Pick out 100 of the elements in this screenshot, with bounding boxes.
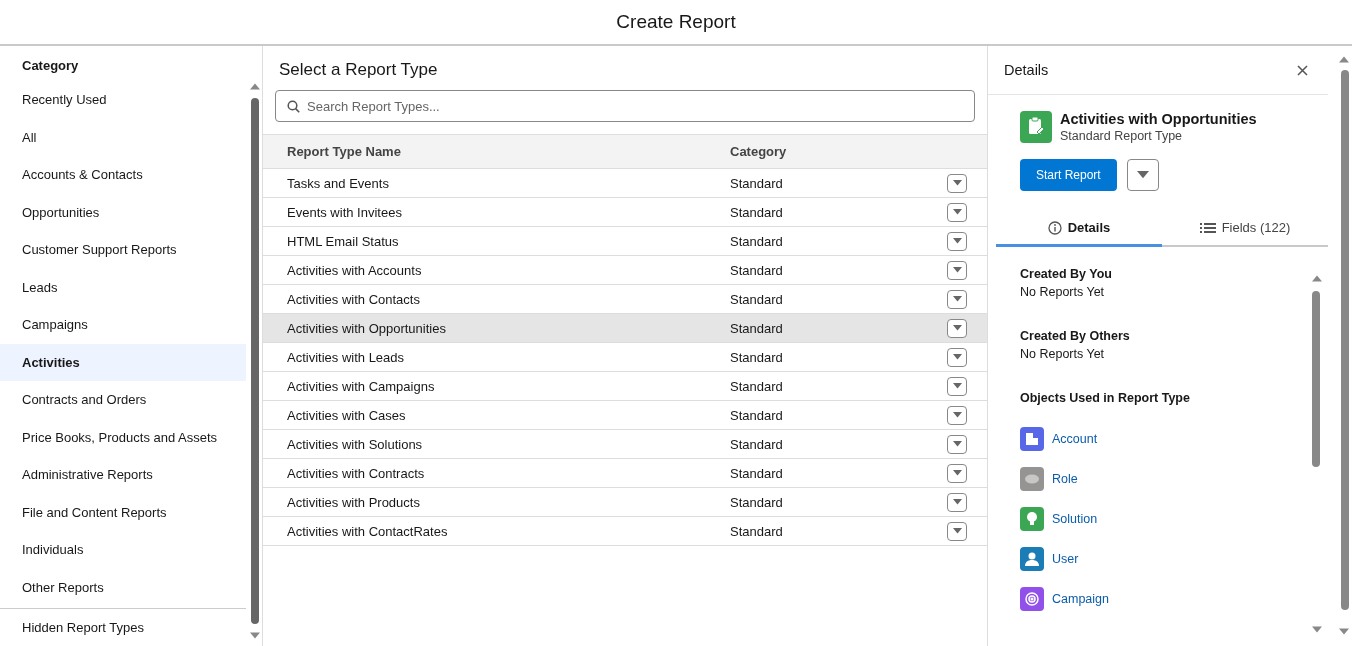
object-link[interactable]: Campaign xyxy=(1052,592,1109,606)
report-type-name: Activities with Accounts xyxy=(286,262,423,278)
category-item[interactable]: Campaigns xyxy=(0,306,246,344)
caret-icon xyxy=(952,499,962,505)
caret-icon xyxy=(952,412,962,418)
report-type-name: Activities with Solutions xyxy=(286,436,424,452)
row-menu-button[interactable] xyxy=(947,347,967,367)
category-item[interactable]: Activities xyxy=(0,343,246,381)
category-item[interactable]: Recently Used xyxy=(0,81,246,119)
report-type-name: HTML Email Status xyxy=(286,233,400,249)
category-cell-text: Standard xyxy=(729,349,784,365)
caret-icon xyxy=(952,325,962,331)
object-link[interactable]: Account xyxy=(1052,432,1098,446)
scrollbar-thumb[interactable] xyxy=(1312,291,1320,467)
details-tab[interactable]: Details xyxy=(996,211,1162,247)
row-menu-button[interactable] xyxy=(947,405,967,425)
row-menu-button[interactable] xyxy=(947,376,967,396)
category-cell-text: Standard xyxy=(729,204,784,220)
row-menu-button[interactable] xyxy=(947,492,967,512)
scrollbar-thumb[interactable] xyxy=(251,98,259,624)
row-menu-button[interactable] xyxy=(947,463,967,483)
row-menu-button[interactable] xyxy=(947,521,967,541)
category-cell-text: Standard xyxy=(729,523,784,539)
caret-icon xyxy=(952,470,962,476)
caret-icon xyxy=(952,238,962,244)
caret-icon xyxy=(952,354,962,360)
category-cell-text: Standard xyxy=(729,465,784,481)
row-menu-button[interactable] xyxy=(947,202,967,222)
category-item[interactable]: Other Reports xyxy=(0,568,246,606)
report-type-title: Activities with Opportunities xyxy=(1060,111,1257,127)
more-button[interactable] xyxy=(1126,159,1159,191)
scroll-down-icon[interactable] xyxy=(1339,628,1349,635)
close-icon xyxy=(1297,64,1308,76)
category-cell-text: Standard xyxy=(729,320,784,336)
search-icon xyxy=(287,100,300,113)
row-menu-button[interactable] xyxy=(947,289,967,309)
category-cell-text: Standard xyxy=(729,262,784,278)
start-report-button[interactable]: Start Report xyxy=(1020,159,1117,191)
report-type-name: Activities with Campaigns xyxy=(286,378,436,394)
table-row[interactable]: Activities with Opportunities Standard xyxy=(263,314,987,343)
report-type-name: Activities with Cases xyxy=(286,407,407,423)
report-type-name: Activities with Leads xyxy=(286,349,406,365)
scroll-up-icon[interactable] xyxy=(1339,56,1349,63)
row-menu-button[interactable] xyxy=(947,260,967,280)
row-menu-button[interactable] xyxy=(947,318,967,338)
row-menu-button[interactable] xyxy=(947,434,967,454)
category-item[interactable]: Leads xyxy=(0,268,246,306)
scroll-down-icon[interactable] xyxy=(250,632,260,639)
report-type-name: Events with Invitees xyxy=(286,204,403,220)
object-link[interactable]: Solution xyxy=(1052,512,1098,526)
caret-icon xyxy=(952,267,962,273)
scroll-down-icon[interactable] xyxy=(1312,626,1322,633)
report-type-name: Activities with Products xyxy=(286,494,421,510)
category-item[interactable]: Contracts and Orders xyxy=(0,381,246,419)
column-header: Report Type Name xyxy=(286,144,402,159)
sidebar-heading: Category xyxy=(21,57,80,75)
caret-icon xyxy=(952,528,962,534)
section-heading: Created By Others xyxy=(1020,329,1131,343)
category-cell-text: Standard xyxy=(729,233,784,249)
details-tab[interactable]: Fields (122) xyxy=(1162,211,1328,247)
section-heading: Objects Used in Report Type xyxy=(1020,391,1191,405)
list-icon xyxy=(1199,221,1216,234)
panel-title: Select a Report Type xyxy=(278,59,439,81)
category-cell-text: Standard xyxy=(729,407,784,423)
category-item[interactable]: Customer Support Reports xyxy=(0,231,246,269)
category-cell-text: Standard xyxy=(729,494,784,510)
object-link[interactable]: Role xyxy=(1052,472,1078,486)
caret-icon xyxy=(952,441,962,447)
category-item[interactable]: Individuals xyxy=(0,531,246,569)
report-type-name: Activities with Opportunities xyxy=(286,320,447,336)
scrollbar-thumb[interactable] xyxy=(1341,70,1349,610)
category-item[interactable]: Administrative Reports xyxy=(0,456,246,494)
clipboard-icon xyxy=(1020,111,1052,143)
caret-icon xyxy=(952,209,962,215)
caret-icon xyxy=(952,296,962,302)
report-type-name: Activities with Contracts xyxy=(286,465,426,481)
category-item[interactable]: Accounts & Contacts xyxy=(0,156,246,194)
object-link[interactable]: User xyxy=(1052,552,1079,566)
column-header: Category xyxy=(729,144,788,159)
category-cell-text: Standard xyxy=(729,436,784,452)
category-item[interactable]: File and Content Reports xyxy=(0,493,246,531)
search-field[interactable]: Search Report Types... xyxy=(275,90,975,122)
category-cell-text: Standard xyxy=(729,378,784,394)
scroll-up-icon[interactable] xyxy=(250,83,260,90)
caret-icon xyxy=(952,383,962,389)
category-item[interactable]: All xyxy=(0,118,246,156)
category-cell-text: Standard xyxy=(729,291,784,307)
category-item[interactable]: Opportunities xyxy=(0,193,246,231)
scroll-up-icon[interactable] xyxy=(1312,275,1322,282)
category-item[interactable]: Hidden Report Types xyxy=(0,608,246,646)
caret-icon xyxy=(952,180,962,186)
report-type-subtitle: Standard Report Type xyxy=(1060,129,1184,143)
close-button[interactable] xyxy=(1297,64,1308,76)
section-text: No Reports Yet xyxy=(1020,347,1106,361)
info-icon xyxy=(1047,220,1062,235)
row-menu-button[interactable] xyxy=(947,173,967,193)
report-type-name: Activities with Contacts xyxy=(286,291,421,307)
caret-icon xyxy=(1136,171,1149,179)
category-item[interactable]: Price Books, Products and Assets xyxy=(0,418,246,456)
row-menu-button[interactable] xyxy=(947,231,967,251)
